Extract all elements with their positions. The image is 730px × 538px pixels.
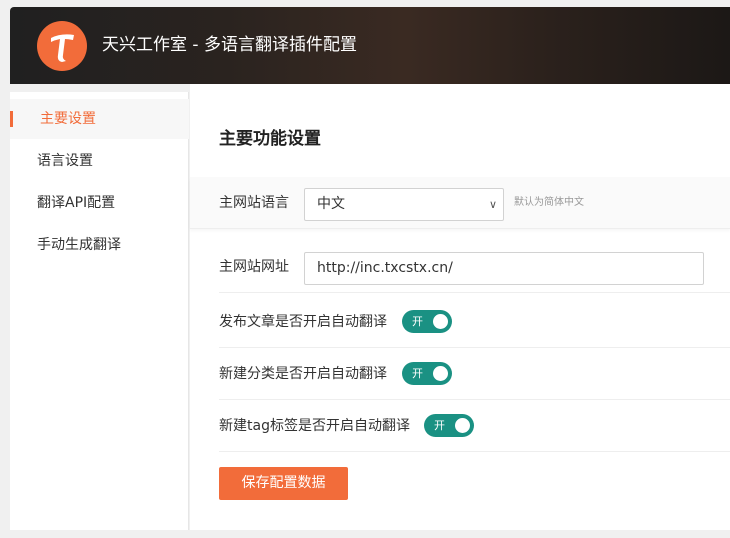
- sidebar: 主要设置 语言设置 翻译API配置 手动生成翻译: [10, 92, 189, 530]
- app-header: 天兴工作室 - 多语言翻译插件配置: [10, 7, 730, 84]
- toggle-row-post-auto-translate: 发布文章是否开启自动翻译 开: [219, 296, 730, 348]
- site-url-input[interactable]: http://inc.txcstx.cn/: [304, 252, 704, 285]
- site-language-label: 主网站语言: [219, 195, 289, 211]
- chevron-down-icon: ∨: [488, 198, 497, 211]
- site-language-row: 主网站语言 中文 ∨ 默认为简体中文: [190, 177, 730, 229]
- toggle-label: 新建分类是否开启自动翻译: [219, 366, 387, 382]
- site-language-value: 中文: [317, 196, 345, 212]
- save-config-button[interactable]: 保存配置数据: [219, 467, 348, 500]
- toggle-row-tag-auto-translate: 新建tag标签是否开启自动翻译 开: [219, 400, 730, 452]
- main-panel: 主要功能设置 主网站语言 中文 ∨ 默认为简体中文 主网站网址 http://i…: [190, 84, 730, 530]
- toggle-state-label: 开: [412, 315, 423, 328]
- site-url-label: 主网站网址: [219, 259, 289, 275]
- toggle-row-category-auto-translate: 新建分类是否开启自动翻译 开: [219, 348, 730, 400]
- post-auto-translate-toggle[interactable]: 开: [402, 310, 452, 333]
- section-title: 主要功能设置: [219, 129, 321, 149]
- sidebar-item-manual-translation[interactable]: 手动生成翻译: [10, 225, 189, 265]
- app-title: 天兴工作室 - 多语言翻译插件配置: [102, 35, 357, 55]
- sidebar-item-translation-api[interactable]: 翻译API配置: [10, 183, 189, 223]
- toggle-state-label: 开: [434, 419, 445, 432]
- site-language-select[interactable]: 中文 ∨: [304, 188, 504, 221]
- site-url-row: 主网站网址 http://inc.txcstx.cn/: [219, 241, 730, 293]
- category-auto-translate-toggle[interactable]: 开: [402, 362, 452, 385]
- tag-auto-translate-toggle[interactable]: 开: [424, 414, 474, 437]
- toggle-knob: [433, 314, 448, 329]
- orange-t-logo-icon: [37, 21, 87, 71]
- sidebar-item-main-settings[interactable]: 主要设置: [10, 99, 189, 139]
- site-language-hint: 默认为简体中文: [514, 197, 584, 208]
- toggle-state-label: 开: [412, 367, 423, 380]
- toggle-label: 新建tag标签是否开启自动翻译: [219, 418, 410, 434]
- toggle-label: 发布文章是否开启自动翻译: [219, 314, 387, 330]
- toggle-knob: [455, 418, 470, 433]
- sidebar-item-language-settings[interactable]: 语言设置: [10, 141, 189, 181]
- toggle-knob: [433, 366, 448, 381]
